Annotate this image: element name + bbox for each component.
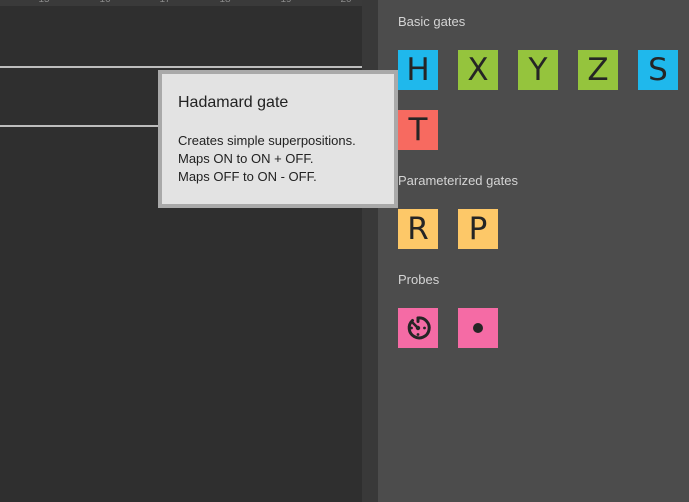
gate-label: T bbox=[408, 112, 428, 148]
step-ruler: 15 16 17 18 19 20 bbox=[0, 0, 362, 6]
tooltip-line: Maps ON to ON + OFF. bbox=[178, 151, 314, 166]
gate-r[interactable]: R bbox=[398, 209, 438, 249]
dot-probe-icon bbox=[473, 323, 483, 333]
gate-h[interactable]: H bbox=[398, 50, 438, 90]
gate-palette: Basic gates H X Y Z S T Parameterized ga… bbox=[378, 0, 689, 502]
gate-t[interactable]: T bbox=[398, 110, 438, 150]
gate-p[interactable]: P bbox=[458, 209, 498, 249]
ruler-label: 18 bbox=[215, 0, 235, 5]
probe-dot[interactable] bbox=[458, 308, 498, 348]
gate-z[interactable]: Z bbox=[578, 50, 618, 90]
ruler-label: 20 bbox=[336, 0, 356, 5]
gate-label: X bbox=[467, 52, 489, 88]
gate-label: R bbox=[407, 211, 429, 247]
tooltip-line: Maps OFF to ON - OFF. bbox=[178, 169, 317, 184]
tooltip-title: Hadamard gate bbox=[178, 94, 289, 111]
gate-y[interactable]: Y bbox=[518, 50, 558, 90]
section-title-probes: Probes bbox=[398, 272, 440, 287]
section-title-parameterized-gates: Parameterized gates bbox=[398, 173, 518, 188]
ruler-label: 16 bbox=[95, 0, 115, 5]
gate-label: S bbox=[648, 52, 668, 88]
probe-dial[interactable] bbox=[398, 308, 438, 348]
tooltip-line: Creates simple superpositions. bbox=[178, 133, 356, 148]
dial-probe-icon bbox=[407, 316, 431, 340]
qubit-wire[interactable] bbox=[0, 66, 362, 68]
gate-s[interactable]: S bbox=[638, 50, 678, 90]
ruler-label: 15 bbox=[34, 0, 54, 5]
gate-label: Y bbox=[528, 52, 548, 88]
gate-label: Z bbox=[587, 52, 609, 88]
gate-label: P bbox=[468, 211, 488, 247]
ruler-label: 19 bbox=[276, 0, 296, 5]
gate-label: H bbox=[406, 52, 430, 88]
section-title-basic-gates: Basic gates bbox=[398, 14, 466, 29]
ruler-label: 17 bbox=[155, 0, 175, 5]
gate-x[interactable]: X bbox=[458, 50, 498, 90]
gate-tooltip: Hadamard gate Creates simple superpositi… bbox=[158, 70, 398, 208]
